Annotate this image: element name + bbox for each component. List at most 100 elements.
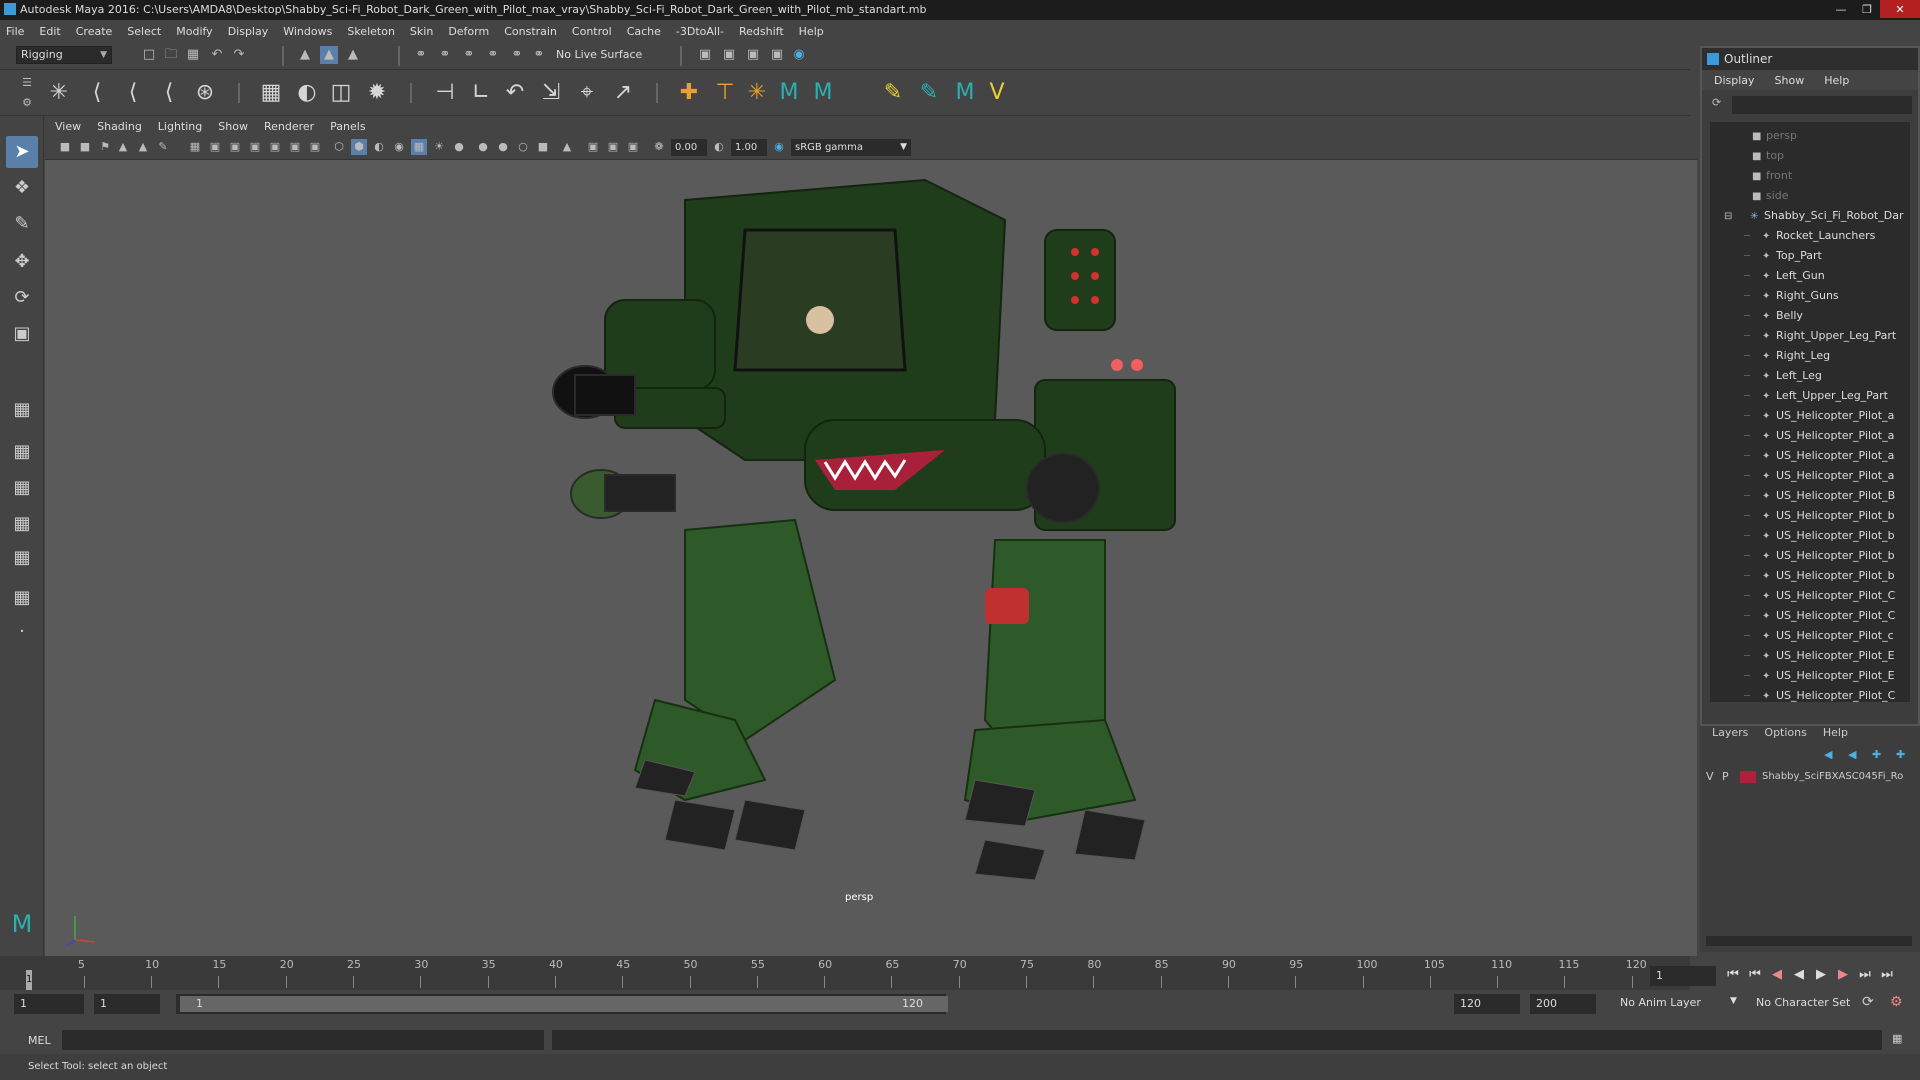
move-tool-icon[interactable]: ✥ (6, 246, 38, 278)
xray-icon[interactable]: ● (475, 139, 491, 155)
ol-menu-help[interactable]: Help (1824, 74, 1849, 87)
safe-title-icon[interactable]: ▣ (307, 139, 323, 155)
layout-graph-icon[interactable]: ▦ (6, 542, 38, 574)
layer-color-swatch[interactable] (1740, 771, 1756, 783)
menu-windows[interactable]: Windows (283, 25, 332, 38)
image-plane-icon[interactable]: ▲ (115, 139, 131, 155)
new-scene-icon[interactable]: □ (140, 46, 158, 64)
outliner-list[interactable]: ■ persp ■ top ■ front ■ side ⊟ ✳ Shabby_Sci_Fi_Rob… (1710, 122, 1910, 702)
vp-menu-show[interactable]: Show (218, 120, 248, 133)
vp-menu-panels[interactable]: Panels (330, 120, 365, 133)
outliner-item[interactable]: ─ ✦ US_Helicopter_Pilot_a (1710, 406, 1910, 426)
ol-menu-show[interactable]: Show (1775, 74, 1805, 87)
frame-safe-icon[interactable]: ▣ (625, 139, 641, 155)
new-layer-selected-icon[interactable]: ✚ (1896, 748, 1905, 761)
vp-menu-shading[interactable]: Shading (97, 120, 142, 133)
set-driven-icon[interactable]: ✎ (914, 78, 944, 108)
menu-display[interactable]: Display (228, 25, 269, 38)
menu-control[interactable]: Control (572, 25, 612, 38)
step-forward-key-icon[interactable]: ⏭ (1856, 966, 1874, 984)
aim-constraint-icon[interactable]: ∟ (466, 78, 496, 108)
snap-surface-icon[interactable]: ⚭ (508, 46, 526, 64)
step-forward-frame-icon[interactable]: ▶ (1834, 966, 1852, 984)
menu-set-dropdown[interactable]: Rigging ▼ (16, 46, 112, 64)
gate-mask-icon[interactable]: ▣ (247, 139, 263, 155)
menu-skeleton[interactable]: Skeleton (347, 25, 395, 38)
menu-deform[interactable]: Deform (448, 25, 489, 38)
grease-pencil-icon[interactable]: ✎ (155, 139, 171, 155)
playback-end-field[interactable]: 120 (1454, 994, 1520, 1014)
resolution-gate-icon[interactable]: ▣ (227, 139, 243, 155)
script-editor-icon[interactable]: ▦ (1892, 1032, 1902, 1045)
preferences-icon[interactable]: ⚙ (1890, 994, 1903, 1010)
close-icon[interactable]: ✕ (1880, 0, 1920, 18)
range-slider[interactable]: 1 120 (176, 994, 948, 1014)
shadows-icon[interactable]: ☀ (431, 139, 447, 155)
play-backward-icon[interactable]: ◀ (1790, 966, 1808, 984)
anim-layer-dropdown[interactable]: No Anim Layer ▼ (1620, 996, 1740, 1009)
outliner-search-input[interactable] (1732, 96, 1912, 114)
motion-blur-icon[interactable]: ○ (515, 139, 531, 155)
rigging-tool-icon[interactable]: ✎ (878, 78, 908, 108)
muscle-icon[interactable]: V (982, 78, 1012, 108)
snap-view-icon[interactable]: ⚭ (484, 46, 502, 64)
menu-redshift[interactable]: Redshift (739, 25, 784, 38)
layout-more-icon[interactable]: · (6, 616, 38, 648)
rotate-tool-icon[interactable]: ⟳ (6, 282, 38, 314)
menu-help[interactable]: Help (799, 25, 824, 38)
outliner-item[interactable]: ─ ✦ US_Helicopter_Pilot_a (1710, 426, 1910, 446)
layout-side-icon[interactable]: ▦ (6, 472, 38, 504)
layer-menu-options[interactable]: Options (1764, 726, 1806, 739)
film-gate-icon[interactable]: ▣ (207, 139, 223, 155)
current-frame-field[interactable]: 1 (1650, 966, 1716, 986)
joint-tool-icon[interactable]: ✳ (44, 78, 74, 108)
isolate-select-icon[interactable]: ▲ (559, 139, 575, 155)
outliner-item[interactable]: ─ ✦ US_Helicopter_Pilot_b (1710, 506, 1910, 526)
auto-key-icon[interactable]: ⟳ (1862, 994, 1874, 1010)
outliner-item[interactable]: ─ ✦ US_Helicopter_Pilot_C (1710, 606, 1910, 626)
exposure-field[interactable]: 0.00 (671, 139, 707, 156)
color-management-icon[interactable]: ◉ (771, 139, 787, 155)
paint-select-icon[interactable]: ✎ (6, 208, 38, 240)
playback-start-field[interactable]: 1 (94, 994, 160, 1014)
outliner-item[interactable]: ─ ✦ US_Helicopter_Pilot_b (1710, 526, 1910, 546)
menu-file[interactable]: File (6, 25, 24, 38)
outliner-item[interactable]: ─ ✦ US_Helicopter_Pilot_a (1710, 466, 1910, 486)
vp-menu-renderer[interactable]: Renderer (264, 120, 314, 133)
menu-skin[interactable]: Skin (410, 25, 433, 38)
lasso-tool-icon[interactable]: ❖ (6, 172, 38, 204)
step-back-key-icon[interactable]: ⏮ (1746, 966, 1764, 984)
vp-menu-lighting[interactable]: Lighting (158, 120, 202, 133)
outliner-item[interactable]: ─ ✦ Right_Guns (1710, 286, 1910, 306)
wireframe-on-shaded-icon[interactable]: ◐ (371, 139, 387, 155)
go-to-start-icon[interactable]: ⏮ (1724, 966, 1742, 984)
camera-attributes-icon[interactable]: ■ (77, 139, 93, 155)
collapse-icon[interactable]: ⊟ (1724, 207, 1750, 227)
hypershade-icon[interactable]: ◉ (790, 46, 808, 64)
outliner-item[interactable]: ─ ✦ US_Helicopter_Pilot_C (1710, 686, 1910, 702)
save-scene-icon[interactable]: ▦ (184, 46, 202, 64)
menu-create[interactable]: Create (76, 25, 113, 38)
xray-joints-icon[interactable]: ● (495, 139, 511, 155)
command-input[interactable] (62, 1030, 544, 1050)
go-to-end-icon[interactable]: ⏭ (1878, 966, 1896, 984)
snap-point-icon[interactable]: ⚭ (460, 46, 478, 64)
select-tool-icon[interactable]: ➤ (6, 136, 38, 168)
select-hierarchy-icon[interactable]: ▲ (296, 46, 314, 64)
menu-cache[interactable]: Cache (627, 25, 661, 38)
redo-icon[interactable]: ↷ (230, 46, 248, 64)
outliner-root-group[interactable]: ⊟ ✳ Shabby_Sci_Fi_Robot_Dar (1710, 206, 1910, 226)
range-slider-handle[interactable] (180, 996, 948, 1012)
3d-scene[interactable] (45, 160, 1697, 956)
layer-down-icon[interactable]: ◀ (1848, 748, 1856, 761)
gamma-icon[interactable]: ◐ (711, 139, 727, 155)
layer-up-icon[interactable]: ◀ (1824, 748, 1832, 761)
render-settings-icon[interactable]: ▣ (768, 46, 786, 64)
pole-vector-icon[interactable]: ↗ (608, 78, 638, 108)
layout-hypershade-icon[interactable]: ▦ (6, 582, 38, 614)
mirror-joint-icon[interactable]: ⊛ (190, 78, 220, 108)
select-component-icon[interactable]: ▲ (344, 46, 362, 64)
outliner-item[interactable]: ─ ✦ Rocket_Launchers (1710, 226, 1910, 246)
layout-four-icon[interactable]: ▦ (6, 436, 38, 468)
ambient-occlusion-icon[interactable]: ● (451, 139, 467, 155)
